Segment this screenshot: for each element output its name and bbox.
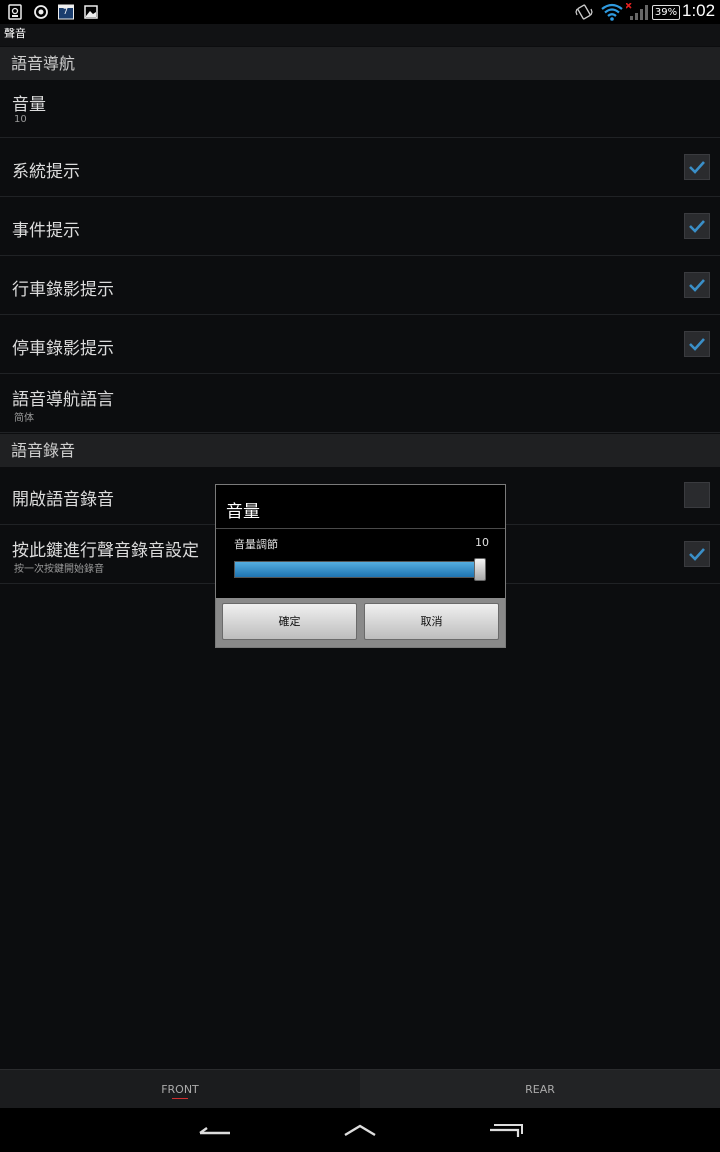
setting-parking-record-prompt[interactable]: 停車錄影提示 <box>0 316 720 374</box>
tab-front[interactable]: FRONT <box>0 1070 360 1109</box>
dialog-title: 音量 <box>226 502 260 522</box>
check-icon <box>689 548 705 561</box>
setting-summary: 简体 <box>14 413 34 424</box>
wifi-icon <box>600 3 624 21</box>
section-header-voice-recording: 語音錄音 <box>0 434 720 467</box>
calendar-day: 7 <box>63 7 69 16</box>
image-icon <box>82 3 100 21</box>
tab-selected-indicator <box>172 1098 188 1099</box>
check-icon <box>689 338 705 351</box>
sync-icon <box>32 3 50 21</box>
slider-label: 音量調節 <box>234 538 278 551</box>
setting-title: 事件提示 <box>12 221 80 241</box>
checkbox-checked[interactable] <box>684 213 710 239</box>
checkbox-checked[interactable] <box>684 272 710 298</box>
section-header-voice-navigation: 語音導航 <box>0 47 720 80</box>
navigation-bar <box>0 1108 720 1152</box>
battery-indicator: 39% <box>652 5 680 20</box>
volume-dialog: 音量 音量調節 10 確定 取消 <box>215 484 506 648</box>
slider-value: 10 <box>475 536 489 549</box>
recent-apps-icon[interactable] <box>486 1118 526 1142</box>
setting-driving-record-prompt[interactable]: 行車錄影提示 <box>0 257 720 315</box>
checkbox-checked[interactable] <box>684 154 710 180</box>
setting-voice-language[interactable]: 語音導航語言 简体 <box>0 375 720 433</box>
back-icon[interactable] <box>195 1118 235 1142</box>
slider-thumb[interactable] <box>474 558 486 581</box>
battery-level: 39 <box>654 7 668 18</box>
clock: 1:02 <box>682 1 716 20</box>
vibrate-icon <box>575 3 593 21</box>
setting-system-prompt[interactable]: 系統提示 <box>0 139 720 197</box>
setting-title: 停車錄影提示 <box>12 339 114 359</box>
cancel-button[interactable]: 取消 <box>364 603 499 640</box>
check-icon <box>689 161 705 174</box>
checkbox-checked[interactable] <box>684 541 710 567</box>
checkbox-checked[interactable] <box>684 331 710 357</box>
setting-summary: 按一次按鍵開始錄音 <box>14 564 104 575</box>
setting-event-prompt[interactable]: 事件提示 <box>0 198 720 256</box>
slider-fill <box>235 562 484 577</box>
tab-rear[interactable]: REAR <box>360 1070 720 1109</box>
setting-volume[interactable]: 音量 10 <box>0 80 720 138</box>
check-icon <box>689 220 705 233</box>
bottom-tabs: FRONT REAR <box>0 1069 720 1109</box>
tab-label: FRONT <box>161 1083 199 1096</box>
checkbox-unchecked[interactable] <box>684 482 710 508</box>
setting-title: 行車錄影提示 <box>12 280 114 300</box>
setting-title: 音量 <box>12 95 46 115</box>
volume-slider[interactable] <box>234 558 486 581</box>
signal-icon <box>626 3 648 21</box>
calendar-icon: 7 <box>57 3 75 21</box>
dialog-divider <box>216 528 505 529</box>
setting-title: 開啟語音錄音 <box>12 490 114 510</box>
setting-title: 系統提示 <box>12 162 80 182</box>
sim-card-icon <box>6 3 24 21</box>
home-icon[interactable] <box>340 1118 380 1142</box>
setting-title: 語音導航語言 <box>12 390 114 410</box>
ok-button[interactable]: 確定 <box>222 603 357 640</box>
screen-title: 聲音 <box>0 24 720 46</box>
setting-summary: 10 <box>14 114 27 125</box>
tab-label: REAR <box>525 1083 555 1096</box>
check-icon <box>689 279 705 292</box>
dialog-button-bar: 確定 取消 <box>216 598 505 647</box>
status-bar: 7 39% 1:02 <box>0 0 720 24</box>
setting-title: 按此鍵進行聲音錄音設定 <box>12 541 199 561</box>
